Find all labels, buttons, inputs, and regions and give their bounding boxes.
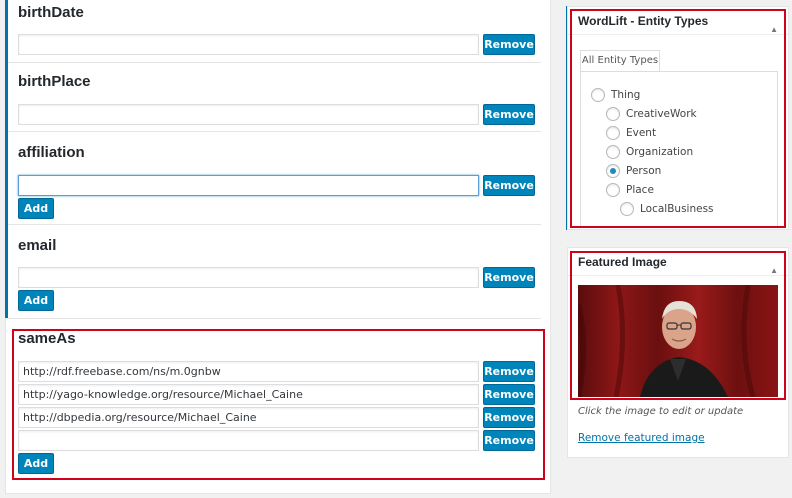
divider: [8, 318, 541, 319]
field-sameas: sameAs http://rdf.freebase.com/ns/m.0gnb…: [18, 329, 538, 474]
remove-button[interactable]: Remove: [483, 175, 535, 196]
field-email: email Remove Add: [18, 236, 538, 311]
value-row: http://yago-knowledge.org/resource/Micha…: [18, 384, 535, 406]
field-affiliation: affiliation Remove Add: [18, 143, 538, 219]
remove-button[interactable]: Remove: [483, 104, 535, 125]
divider: [8, 224, 541, 225]
sameas-input[interactable]: http://dbpedia.org/resource/Michael_Cain…: [18, 407, 479, 428]
birthplace-input[interactable]: [18, 104, 479, 125]
affiliation-input[interactable]: [18, 175, 479, 196]
field-title: sameAs: [18, 330, 76, 347]
add-button[interactable]: Add: [18, 290, 54, 311]
value-row: Remove: [18, 34, 535, 56]
remove-button[interactable]: Remove: [483, 384, 535, 405]
field-title: email: [18, 237, 57, 254]
add-button[interactable]: Add: [18, 198, 54, 219]
email-input[interactable]: [18, 267, 479, 288]
value-row: Remove: [18, 430, 535, 452]
featured-image-caption: Click the image to edit or update: [578, 406, 744, 417]
featured-image-highlight: [570, 251, 786, 400]
birthdate-input[interactable]: [18, 34, 479, 55]
value-row: http://rdf.freebase.com/ns/m.0gnbw Remov…: [18, 361, 535, 383]
field-title: affiliation: [18, 144, 85, 161]
divider: [8, 131, 541, 132]
divider: [8, 62, 541, 63]
field-birthplace: birthPlace Remove: [18, 72, 538, 125]
value-row: Remove: [18, 104, 535, 126]
sameas-input[interactable]: http://rdf.freebase.com/ns/m.0gnbw: [18, 361, 479, 382]
field-title: birthPlace: [18, 73, 91, 90]
remove-button[interactable]: Remove: [483, 34, 535, 55]
remove-button[interactable]: Remove: [483, 407, 535, 428]
remove-button[interactable]: Remove: [483, 361, 535, 382]
field-title: birthDate: [18, 4, 84, 21]
remove-featured-image-link[interactable]: Remove featured image: [578, 432, 705, 444]
add-button[interactable]: Add: [18, 453, 54, 474]
value-row: Remove: [18, 267, 535, 289]
field-birthdate: birthDate Remove: [18, 3, 538, 55]
remove-button[interactable]: Remove: [483, 267, 535, 288]
entity-types-highlight: [570, 9, 786, 228]
sameas-input[interactable]: http://yago-knowledge.org/resource/Micha…: [18, 384, 479, 405]
value-row: http://dbpedia.org/resource/Michael_Cain…: [18, 407, 535, 429]
panel-accent-bar: [5, 0, 8, 318]
value-row: Remove: [18, 175, 535, 197]
remove-button[interactable]: Remove: [483, 430, 535, 451]
sameas-input[interactable]: [18, 430, 479, 451]
